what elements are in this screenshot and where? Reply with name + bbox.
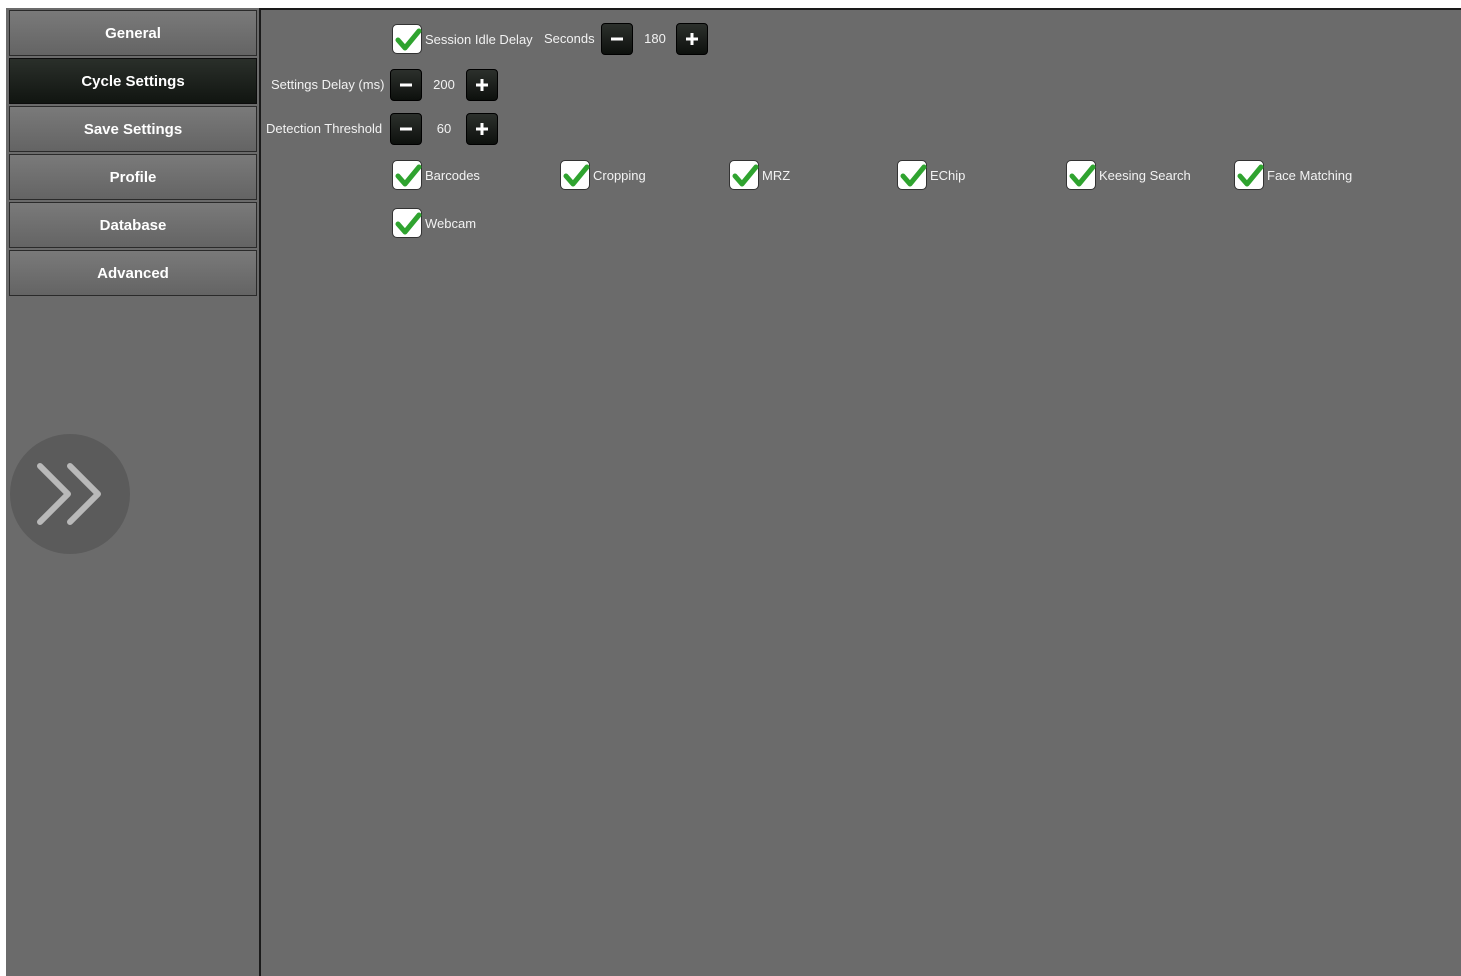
mrz-checkbox[interactable]: MRZ [729,159,790,191]
checkbox-label: Face Matching [1267,167,1353,183]
nav-label: Profile [109,168,157,186]
nav-label: General [105,24,161,42]
sidebar: General Cycle Settings Save Settings Pro… [6,8,261,976]
checkbox-box [392,160,422,190]
checkbox-box [392,24,422,54]
checkbox-label: EChip [930,167,966,183]
checkbox-label: Keesing Search [1099,167,1191,183]
webcam-checkbox[interactable]: Webcam [392,207,476,239]
nav-label: Save Settings [83,120,183,138]
face-matching-checkbox[interactable]: Face Matching [1234,159,1352,191]
cycle-settings-panel: Session Idle Delay Seconds 180 Settings … [261,8,1461,976]
checkbox-box [1234,160,1264,190]
checkmark-icon [900,164,927,187]
checkmark-icon [395,28,422,51]
checkmark-icon [395,212,422,235]
checkmark-icon [1237,164,1264,187]
nav-item-cycle-settings[interactable]: Cycle Settings [9,58,257,104]
minus-icon [400,83,412,87]
checkbox-label: Barcodes [425,167,480,183]
detection-threshold-label: Detection Threshold [266,121,383,136]
nav-item-database[interactable]: Database [9,202,257,248]
barcodes-checkbox[interactable]: Barcodes [392,159,480,191]
checkbox-label: Cropping [593,167,646,183]
nav-label: Database [99,216,167,234]
checkbox-box [560,160,590,190]
plus-icon [686,33,698,45]
session-increment-button[interactable] [676,23,708,55]
checkmark-icon [732,164,759,187]
detection-threshold-decrement-button[interactable] [390,113,422,145]
plus-icon [476,123,488,135]
settings-delay-label: Settings Delay (ms) [271,77,385,92]
checkbox-label: Webcam [425,215,477,231]
seconds-label: Seconds [544,31,595,46]
settings-delay-decrement-button[interactable] [390,69,422,101]
keesing-search-checkbox[interactable]: Keesing Search [1066,159,1191,191]
detection-threshold-value: 60 [436,121,452,136]
echip-checkbox[interactable]: EChip [897,159,965,191]
settings-delay-value: 200 [433,77,455,92]
checkbox-box [1066,160,1096,190]
session-idle-delay-checkbox[interactable]: Session Idle Delay [392,23,533,55]
detection-threshold-increment-button[interactable] [466,113,498,145]
checkmark-icon [395,164,422,187]
plus-icon [476,79,488,91]
nav-item-advanced[interactable]: Advanced [9,250,257,296]
nav-item-save-settings[interactable]: Save Settings [9,106,257,152]
checkbox-box [392,208,422,238]
nav-label: Advanced [97,264,169,282]
minus-icon [400,127,412,131]
session-decrement-button[interactable] [601,23,633,55]
session-idle-value: 180 [644,31,666,46]
checkbox-label: MRZ [762,167,791,183]
checkbox-box [729,160,759,190]
checkmark-icon [563,164,590,187]
cropping-checkbox[interactable]: Cropping [560,159,646,191]
nav-item-profile[interactable]: Profile [9,154,257,200]
nav-label: Cycle Settings [81,72,185,90]
nav-item-general[interactable]: General [9,10,257,56]
checkbox-label: Session Idle Delay [425,31,533,47]
expand-sidebar-button[interactable] [10,434,130,554]
double-chevron-right-icon [37,463,101,525]
checkmark-icon [1069,164,1096,187]
settings-delay-increment-button[interactable] [466,69,498,101]
minus-icon [611,37,623,41]
checkbox-box [897,160,927,190]
settings-window: General Cycle Settings Save Settings Pro… [6,8,1461,976]
